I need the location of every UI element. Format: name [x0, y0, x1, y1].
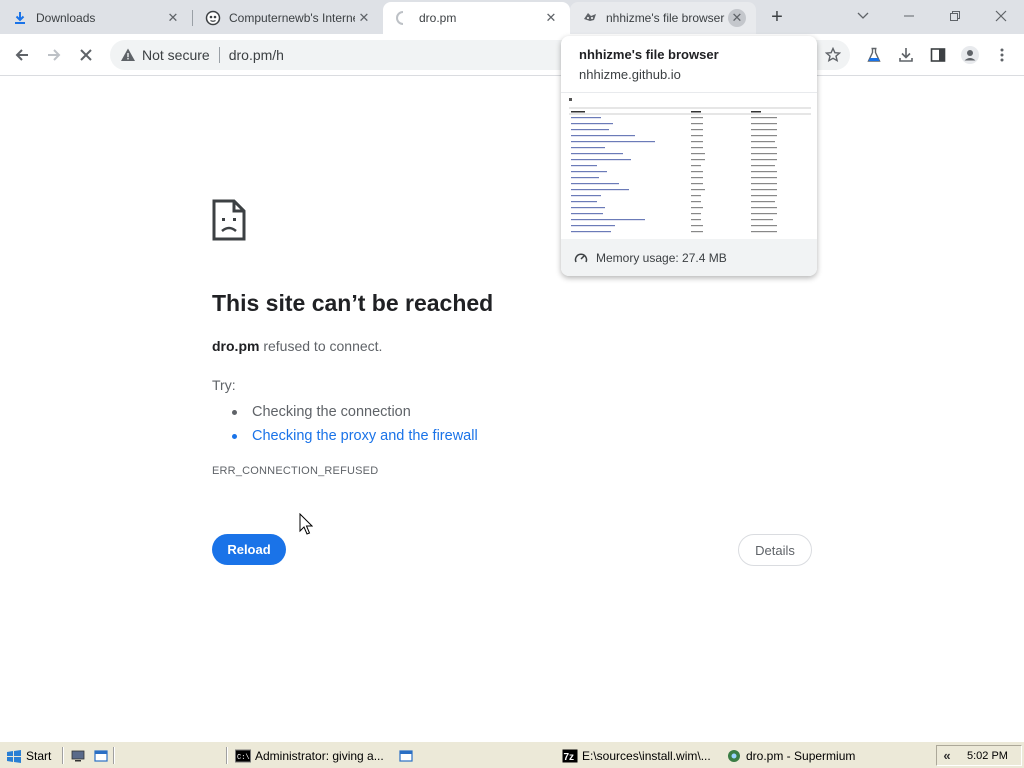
taskbar-item-label: Administrator: giving a... [255, 749, 384, 763]
supermium-icon [726, 749, 742, 763]
downloads-button[interactable] [893, 42, 919, 68]
star-icon [825, 47, 841, 62]
avatar-icon [961, 46, 979, 64]
tab-computernewb[interactable]: Computernewb's Interne ✕ [193, 2, 383, 34]
tab-downloads[interactable]: Downloads ✕ [0, 2, 192, 34]
hover-card-title: nhhizme's file browser [579, 47, 719, 62]
taskbar-item-label: E:\sources\install.wim\... [582, 749, 711, 763]
tab-dro-pm[interactable]: dro.pm ✕ [383, 2, 570, 34]
taskbar-item-7zip[interactable]: 7z E:\sources\install.wim\... [562, 746, 711, 766]
error-host: dro.pm [212, 338, 260, 354]
windows-logo-icon [6, 749, 22, 763]
flask-icon [867, 47, 881, 62]
forward-button[interactable] [41, 42, 67, 68]
details-button[interactable]: Details [738, 534, 812, 566]
tab-title: Computernewb's Interne [229, 11, 355, 25]
svg-text:7z: 7z [564, 752, 575, 763]
memory-usage-text: Memory usage: 27.4 MB [596, 250, 727, 265]
mouse-cursor-icon [299, 513, 313, 535]
more-vert-icon [1000, 48, 1004, 62]
quicklaunch-desktop[interactable] [70, 746, 90, 766]
bookmark-star-button[interactable] [820, 42, 846, 68]
suggestion-item: Checking the connection [232, 400, 478, 424]
taskbar-item-window[interactable] [398, 746, 418, 766]
arrow-left-icon [15, 49, 28, 61]
error-code: ERR_CONNECTION_REFUSED [212, 465, 379, 477]
back-button[interactable] [9, 42, 35, 68]
security-chip-label[interactable]: Not secure [142, 47, 210, 63]
hover-card-domain: nhhizme.github.io [579, 67, 681, 82]
page-thumbnail [569, 98, 811, 233]
error-page: This site can’t be reached dro.pm refuse… [0, 77, 1024, 741]
tab-search-icon[interactable] [845, 4, 881, 28]
extensions-button[interactable] [861, 42, 887, 68]
menu-button[interactable] [989, 42, 1015, 68]
tab-hover-card: nhhizme's file browser nhhizme.github.io [561, 36, 817, 276]
bullet [232, 433, 237, 439]
speedometer-icon [574, 252, 588, 262]
restore-icon[interactable] [937, 4, 973, 28]
close-icon [80, 49, 92, 61]
system-tray: « 5:02 PM [936, 745, 1022, 766]
archive-7z-icon: 7z [562, 749, 578, 763]
start-button[interactable]: Start [6, 746, 51, 766]
divider [62, 747, 64, 764]
terminal-icon: C:\ [235, 749, 251, 763]
divider [113, 747, 115, 764]
close-icon[interactable]: ✕ [728, 9, 746, 27]
error-description: dro.pm refused to connect. [212, 338, 382, 354]
chevron-left-icon[interactable]: « [937, 748, 957, 763]
window-icon [398, 749, 414, 763]
taskbar-item-supermium[interactable]: dro.pm - Supermium [726, 746, 855, 766]
download-icon [12, 10, 28, 26]
tab-strip: Downloads ✕ Computernewb's Interne ✕ dro… [0, 0, 1024, 34]
close-icon[interactable]: ✕ [542, 9, 560, 27]
taskbar-item-cmd[interactable]: C:\ Administrator: giving a... [235, 746, 384, 766]
nhhizme-favicon [582, 10, 598, 26]
error-title: This site can’t be reached [212, 290, 494, 316]
hover-card-preview-image [561, 92, 817, 239]
side-panel-icon [930, 48, 946, 62]
clock[interactable]: 5:02 PM [967, 750, 1008, 762]
new-tab-button[interactable]: + [765, 6, 789, 28]
window-icon [93, 749, 109, 763]
tab-title: nhhizme's file browser [606, 11, 725, 25]
hover-card-footer: Memory usage: 27.4 MB [561, 239, 817, 276]
warning-icon[interactable] [120, 47, 136, 63]
loading-spinner-icon [395, 10, 411, 26]
stop-loading-button[interactable] [73, 42, 99, 68]
suggestion-text[interactable]: Checking the proxy and the firewall [252, 428, 478, 444]
reload-button[interactable]: Reload [212, 534, 286, 565]
sad-page-icon [212, 199, 246, 241]
download-icon [899, 48, 913, 62]
taskbar: Start C:\ Administrator: giving a... 7z … [0, 741, 1024, 768]
taskbar-item-label: dro.pm - Supermium [746, 749, 856, 763]
close-icon[interactable]: ✕ [355, 9, 373, 27]
url-text[interactable]: dro.pm/h [229, 47, 284, 63]
suggestion-link[interactable]: Checking the proxy and the firewall [232, 424, 478, 448]
tab-title: Downloads [36, 11, 96, 25]
computernewb-favicon [205, 10, 221, 26]
try-label: Try: [212, 377, 236, 393]
tab-title: dro.pm [419, 11, 457, 25]
tab-nhhizme[interactable]: nhhizme's file browser ✕ [570, 2, 756, 34]
arrow-right-icon [48, 49, 61, 61]
suggestion-list: Checking the connection Checking the pro… [232, 400, 478, 448]
bullet [232, 409, 237, 415]
suggestion-text: Checking the connection [252, 404, 411, 420]
close-icon[interactable]: ✕ [164, 9, 182, 27]
minimize-icon[interactable] [891, 4, 927, 28]
divider [218, 47, 220, 63]
close-window-icon[interactable] [983, 4, 1019, 28]
show-desktop-icon [70, 749, 86, 763]
quicklaunch-explorer[interactable] [93, 746, 113, 766]
start-label: Start [26, 749, 52, 763]
toolbar: Not secure dro.pm/h [0, 34, 1024, 76]
side-panel-button[interactable] [925, 42, 951, 68]
error-description-text: refused to connect. [259, 338, 383, 354]
profile-button[interactable] [957, 42, 983, 68]
svg-text:C:\: C:\ [237, 754, 250, 762]
divider [226, 747, 228, 764]
